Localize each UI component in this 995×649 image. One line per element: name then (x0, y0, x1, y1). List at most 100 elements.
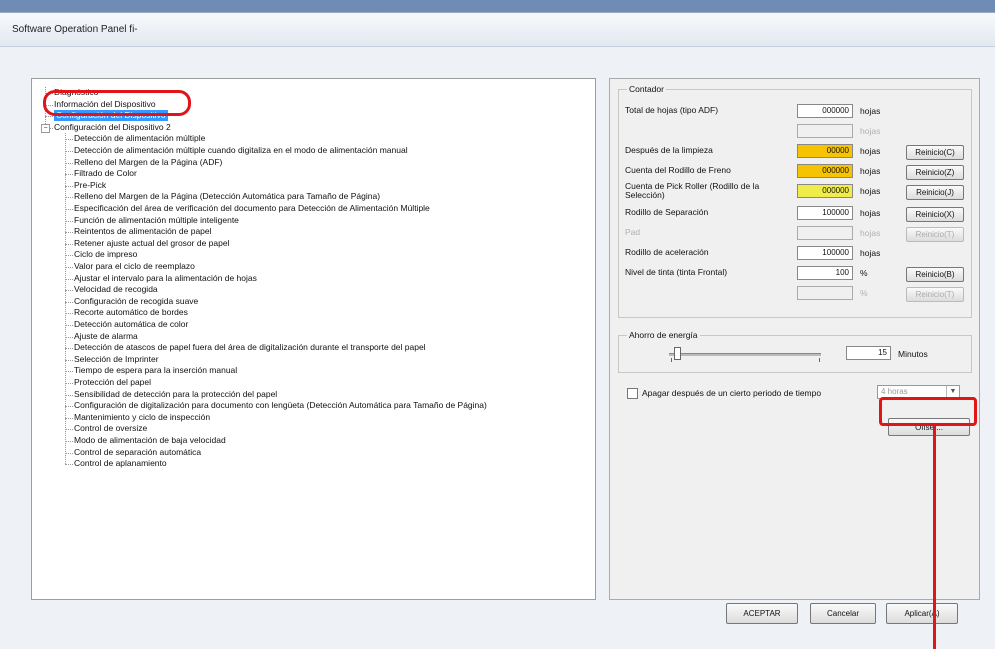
tree-item[interactable]: Especificación del área de verificación … (74, 203, 430, 214)
tree-item[interactable]: Diagnóstico (54, 87, 98, 98)
tree-item[interactable]: Reintentos de alimentación de papel (74, 226, 212, 237)
tree-item[interactable]: Configuración del Dispositivo (54, 110, 168, 122)
power-save-minutes-field[interactable]: 15 (846, 346, 891, 360)
auto-off-checkbox[interactable] (627, 388, 638, 399)
tree-item[interactable]: Configuración de recogida suave (74, 296, 198, 307)
collapse-icon[interactable]: − (41, 123, 50, 133)
counter-label: Después de la limpieza (625, 145, 713, 155)
tree-item[interactable]: Protección del papel (74, 377, 151, 388)
tree-connector (65, 348, 73, 350)
cancel-button[interactable]: Cancelar (810, 603, 876, 624)
dialog-window: Software Operation Panel fi- Diagnóstico… (0, 12, 995, 649)
counter-reset-button[interactable]: Reinicio(Z) (906, 165, 964, 180)
tree-item[interactable]: Configuración del Dispositivo 2 (54, 122, 171, 133)
tree-connector (65, 162, 73, 164)
tree-connector (65, 267, 73, 268)
tree-item[interactable]: Control de oversize (74, 423, 147, 434)
tree-item[interactable]: Detección de atascos de papel fuera del … (74, 342, 426, 353)
auto-off-label: Apagar después de un cierto periodo de t… (642, 388, 822, 398)
auto-off-time-value: 4 horas (881, 387, 908, 396)
counter-unit: hojas (860, 186, 881, 196)
tree-connector (65, 383, 73, 384)
counter-reset-button[interactable]: Reinicio(B) (906, 267, 964, 282)
tree-connector (65, 406, 73, 408)
tree-connector (65, 336, 73, 338)
tree-item[interactable]: Filtrado de Color (74, 168, 137, 179)
tree-connector (45, 104, 53, 106)
counter-unit: hojas (860, 208, 881, 218)
tree-item[interactable]: Pre-Pick (74, 180, 106, 191)
counter-unit: hojas (860, 248, 881, 258)
tree-item[interactable]: Configuración de digitalización para doc… (74, 400, 487, 411)
tree-item[interactable]: Ciclo de impreso (74, 249, 137, 260)
counter-unit: hojas (860, 228, 881, 238)
tree-item[interactable]: Sensibilidad de detección para la protec… (74, 389, 277, 400)
tree-item[interactable]: Tiempo de espera para la inserción manua… (74, 365, 237, 376)
power-save-title: Ahorro de energía (627, 330, 700, 340)
tree-connector (65, 243, 73, 245)
tree-item[interactable]: Detección automática de color (74, 319, 188, 330)
tree-item[interactable]: Modo de alimentación de baja velocidad (74, 435, 226, 446)
tree-connector (65, 417, 73, 419)
counter-label: Pad (625, 227, 641, 237)
counter-value-field: 000000 (797, 164, 853, 178)
auto-off-time-select[interactable]: 4 horas ▼ (877, 385, 960, 399)
power-save-slider-track[interactable] (669, 353, 821, 356)
counter-reset-button[interactable]: Reinicio(T) (906, 287, 964, 302)
tree-connector (45, 87, 46, 128)
tree-item[interactable]: Velocidad de recogida (74, 284, 158, 295)
counter-value-field: 100 (797, 266, 853, 280)
tree-item[interactable]: Control de aplanamiento (74, 458, 167, 469)
tree-item[interactable]: Valor para el ciclo de reemplazo (74, 261, 195, 272)
counter-unit: % (860, 268, 868, 278)
tree-connector (65, 232, 73, 234)
counter-value-field: 100000 (797, 206, 853, 220)
counter-reset-button[interactable]: Reinicio(X) (906, 207, 964, 222)
tree-connector (65, 255, 73, 257)
tree-item[interactable]: Recorte automático de bordes (74, 307, 188, 318)
power-save-slider-thumb[interactable] (674, 347, 681, 360)
counter-label: Rodillo de Separación (625, 207, 709, 217)
counter-reset-button[interactable]: Reinicio(T) (906, 227, 964, 242)
counter-label: Cuenta de Pick Roller (Rodillo de la Sel… (625, 181, 760, 200)
tree-item[interactable]: Mantenimiento y ciclo de inspección (74, 412, 210, 423)
tree-item[interactable]: Retener ajuste actual del grosor de pape… (74, 238, 229, 249)
tree-connector (45, 93, 53, 94)
counter-unit: hojas (860, 166, 881, 176)
tree-connector (65, 220, 73, 222)
counter-value-field (797, 124, 853, 138)
tree-item[interactable]: Información del Dispositivo (54, 99, 156, 110)
tree-item[interactable]: Selección de Imprinter (74, 354, 159, 365)
counter-label: Nivel de tinta (tinta Frontal) (625, 267, 728, 277)
power-save-group: Ahorro de energía 15 Minutos (618, 330, 972, 373)
tree-connector (65, 313, 73, 315)
tree-item[interactable]: Detección de alimentación múltiple (74, 133, 205, 144)
counter-group-title: Contador (627, 84, 666, 94)
callout-line (933, 425, 936, 649)
slider-tick-max (819, 358, 820, 362)
tree-connector (65, 464, 73, 466)
tree-item[interactable]: Relleno del Margen de la Página (Detecci… (74, 191, 380, 202)
tree-connector (65, 429, 73, 431)
tree-item[interactable]: Ajustar el intervalo para la alimentació… (74, 273, 257, 284)
counter-label: Total de hojas (tipo ADF) (625, 105, 719, 115)
tree-connector (65, 139, 73, 141)
tree-item[interactable]: Ajuste de alarma (74, 331, 138, 342)
chevron-down-icon: ▼ (946, 386, 959, 398)
settings-tree[interactable]: Diagnóstico Información del Dispositivo Co… (31, 78, 596, 600)
tree-item[interactable]: Relleno del Margen de la Página (ADF) (74, 157, 222, 168)
apply-button[interactable]: Aplicar(A) (886, 603, 958, 624)
tree-item[interactable]: Control de separación automática (74, 447, 201, 458)
counter-value-field (797, 286, 853, 300)
tree-item[interactable]: Detección de alimentación múltiple cuand… (74, 145, 408, 156)
tree-item[interactable]: Función de alimentación múltiple intelig… (74, 215, 239, 226)
tree-connector (65, 394, 73, 396)
tree-connector (65, 197, 73, 199)
offset-button[interactable]: Offset... (888, 418, 970, 436)
ok-button[interactable]: ACEPTAR (726, 603, 798, 624)
counter-reset-button[interactable]: Reinicio(J) (906, 185, 964, 200)
window-title: Software Operation Panel fi- (12, 24, 138, 35)
counter-reset-button[interactable]: Reinicio(C) (906, 145, 964, 160)
tree-connector (65, 325, 73, 326)
counter-unit: hojas (860, 126, 881, 136)
